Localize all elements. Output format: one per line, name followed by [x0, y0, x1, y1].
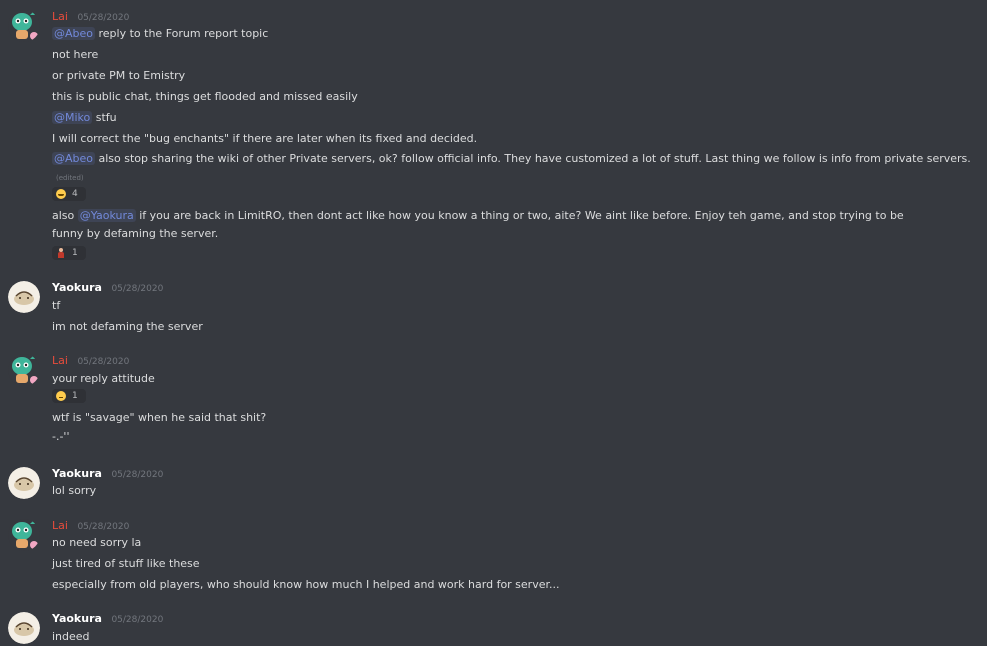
avatar[interactable] — [8, 354, 40, 386]
avatar[interactable] — [8, 10, 40, 42]
message-line: just tired of stuff like these — [52, 557, 200, 570]
message-line: im not defaming the server — [52, 320, 203, 333]
timestamp: 05/28/2020 — [111, 284, 164, 294]
message-header: Lai 05/28/2020 — [52, 10, 129, 24]
avatar[interactable] — [8, 519, 40, 551]
edited-label: (edited) — [56, 174, 84, 182]
person-emoji-icon — [56, 248, 66, 258]
user-mention[interactable]: @Abeo — [52, 27, 96, 40]
message-header: Yaokura 05/28/2020 — [52, 281, 163, 295]
message-line: @Abeo also stop sharing the wiki of othe… — [52, 151, 971, 167]
message-text: also stop sharing the wiki of other Priv… — [95, 152, 971, 165]
message-line: this is public chat, things get flooded … — [52, 90, 358, 103]
username[interactable]: Lai — [52, 519, 68, 532]
reaction-button[interactable]: 1 — [52, 389, 86, 403]
message-line: lol sorry — [52, 484, 97, 497]
avatar[interactable] — [8, 281, 40, 313]
message-line: not here — [52, 48, 99, 61]
chat-messages: Lai 05/28/2020 @Abeo reply to the Forum … — [0, 0, 987, 646]
reaction-button[interactable]: 4 — [52, 187, 86, 201]
message-line: indeed — [52, 630, 90, 643]
message-line: @Abeo reply to the Forum report topic — [52, 26, 268, 42]
message-line: or private PM to Emistry — [52, 69, 186, 82]
joy-emoji-icon — [56, 189, 66, 199]
message-line: wtf is "savage" when he said that shit? — [52, 411, 267, 424]
user-mention[interactable]: @Yaokura — [77, 209, 136, 222]
message-line: tf — [52, 299, 61, 312]
timestamp: 05/28/2020 — [77, 522, 130, 532]
user-mention[interactable]: @Miko — [52, 111, 93, 124]
username[interactable]: Yaokura — [52, 281, 102, 294]
message-text: if you are back in LimitRO, then dont ac… — [52, 209, 904, 240]
message-text: stfu — [92, 111, 117, 124]
message-line: @Miko stfu — [52, 110, 117, 126]
timestamp: 05/28/2020 — [111, 615, 164, 625]
message-line: no need sorry la — [52, 536, 142, 549]
message-header: Yaokura 05/28/2020 — [52, 467, 163, 481]
username[interactable]: Yaokura — [52, 612, 102, 625]
reaction-button[interactable]: 1 — [52, 246, 86, 260]
message-text: also — [52, 209, 78, 222]
timestamp: 05/28/2020 — [111, 470, 164, 480]
reaction-count: 4 — [72, 189, 78, 199]
username[interactable]: Lai — [52, 354, 68, 367]
username[interactable]: Lai — [52, 10, 68, 23]
timestamp: 05/28/2020 — [77, 357, 130, 367]
message-header: Lai 05/28/2020 — [52, 354, 129, 368]
avatar[interactable] — [8, 467, 40, 499]
relieved-emoji-icon — [56, 391, 66, 401]
reaction-count: 1 — [72, 248, 78, 258]
user-mention[interactable]: @Abeo — [52, 152, 96, 165]
message-header: Yaokura 05/28/2020 — [52, 612, 163, 626]
message-line: your reply attitude — [52, 372, 155, 385]
message-line: especially from old players, who should … — [52, 578, 560, 591]
message-text: reply to the Forum report topic — [95, 27, 269, 40]
message-line: I will correct the "bug enchants" if the… — [52, 132, 478, 145]
reaction-count: 1 — [72, 391, 78, 401]
message-line: -.-'' — [52, 430, 70, 443]
avatar[interactable] — [8, 612, 40, 644]
message-line: also @Yaokura if you are back in LimitRO… — [52, 207, 932, 243]
message-header: Lai 05/28/2020 — [52, 519, 129, 533]
username[interactable]: Yaokura — [52, 467, 102, 480]
timestamp: 05/28/2020 — [77, 13, 130, 23]
